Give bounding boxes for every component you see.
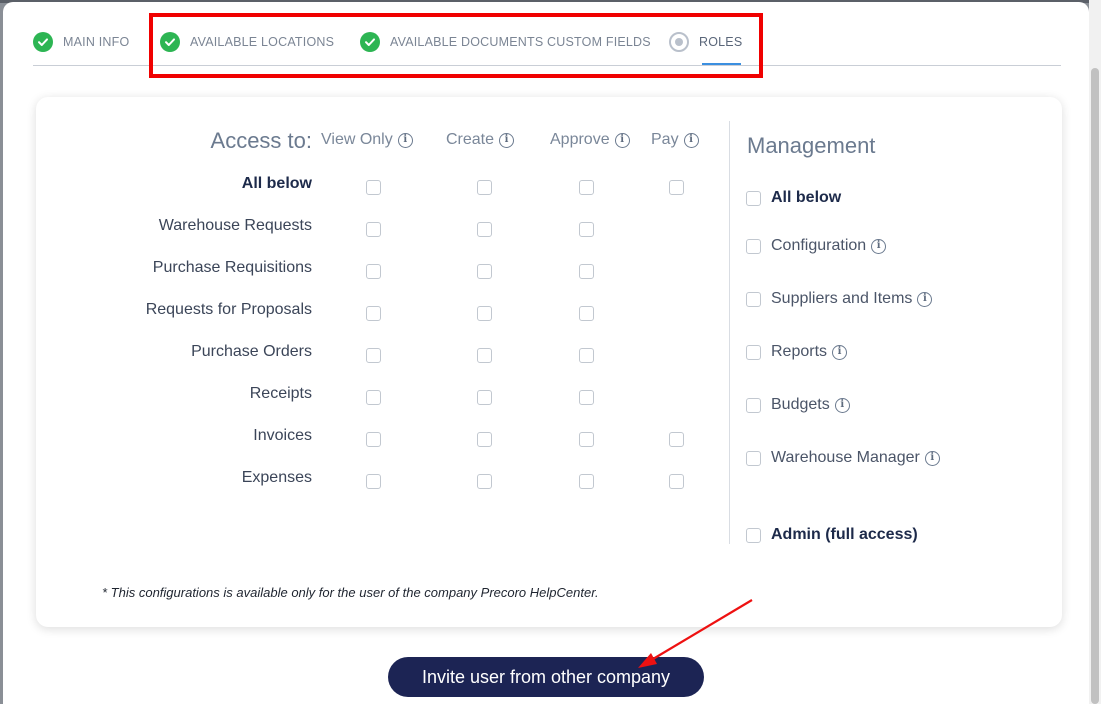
checkbox-expenses-view-only[interactable] <box>366 474 381 489</box>
management-item-budgets[interactable]: Budgets i <box>746 396 850 414</box>
management-item-suppliers-and-items[interactable]: Suppliers and Items i <box>746 290 933 308</box>
management-item-warehouse-manager[interactable]: Warehouse Manager i <box>746 449 940 467</box>
management-item-admin-full-access[interactable]: Admin (full access) <box>746 526 918 544</box>
scrollbar[interactable] <box>1089 0 1101 704</box>
checkbox[interactable] <box>746 450 761 466</box>
checkbox-rfp-create[interactable] <box>477 306 492 321</box>
checkbox-warehouse-requests-view-only[interactable] <box>366 222 381 237</box>
invite-user-modal: MAIN INFO AVAILABLE LOCATIONS AVAILABLE … <box>3 2 1089 704</box>
management-title: Management <box>747 133 876 158</box>
checkbox-warehouse-requests-approve[interactable] <box>579 222 594 237</box>
checkbox-warehouse-requests-create[interactable] <box>477 222 492 237</box>
scrollbar-thumb[interactable] <box>1091 68 1099 704</box>
row-label-requests-for-proposals: Requests for Proposals <box>145 301 312 318</box>
checkbox[interactable] <box>746 397 761 413</box>
row-label-invoices: Invoices <box>253 427 312 444</box>
checkbox-rfp-view-only[interactable] <box>366 306 381 321</box>
checkbox-rfp-approve[interactable] <box>579 306 594 321</box>
info-icon[interactable]: i <box>917 291 933 307</box>
info-icon[interactable]: i <box>832 344 848 360</box>
checkbox-purchase-requisitions-approve[interactable] <box>579 264 594 279</box>
info-icon[interactable]: i <box>683 132 699 148</box>
column-label: Approve <box>550 131 610 148</box>
checkbox-all-below-pay[interactable] <box>669 180 684 195</box>
check-circle-icon <box>33 32 53 52</box>
management-label: Reports <box>771 343 828 360</box>
highlight-box <box>149 13 763 78</box>
info-icon[interactable]: i <box>397 132 413 148</box>
column-label: View Only <box>321 131 393 148</box>
checkbox[interactable] <box>746 344 761 360</box>
checkbox-purchase-orders-approve[interactable] <box>579 348 594 363</box>
info-icon[interactable]: i <box>924 450 940 466</box>
management-item-all-below[interactable]: All below <box>746 189 841 207</box>
column-label: Pay <box>651 131 679 148</box>
availability-note: * This configurations is available only … <box>102 585 599 600</box>
info-icon[interactable]: i <box>614 132 630 148</box>
checkbox-purchase-orders-view-only[interactable] <box>366 348 381 363</box>
row-label-warehouse-requests: Warehouse Requests <box>158 217 312 234</box>
management-label: Budgets <box>771 396 830 413</box>
info-icon[interactable]: i <box>834 397 850 413</box>
checkbox-invoices-view-only[interactable] <box>366 432 381 447</box>
management-item-reports[interactable]: Reports i <box>746 343 848 361</box>
row-label-all-below: All below <box>241 175 312 192</box>
column-header-create: Create i <box>446 131 515 149</box>
checkbox-invoices-approve[interactable] <box>579 432 594 447</box>
management-label: Admin (full access) <box>771 526 918 543</box>
tab-label: MAIN INFO <box>63 35 130 49</box>
row-label-purchase-requisitions: Purchase Requisitions <box>152 259 312 276</box>
roles-card: Access to: View Only i Create i Approve … <box>36 97 1062 627</box>
checkbox[interactable] <box>746 527 761 543</box>
management-label: Warehouse Manager <box>771 449 920 466</box>
info-icon[interactable]: i <box>499 132 515 148</box>
checkbox-receipts-view-only[interactable] <box>366 390 381 405</box>
checkbox-all-below-view-only[interactable] <box>366 180 381 195</box>
checkbox-expenses-create[interactable] <box>477 474 492 489</box>
checkbox-expenses-pay[interactable] <box>669 474 684 489</box>
access-title: Access to: <box>210 128 312 153</box>
checkbox-purchase-requisitions-create[interactable] <box>477 264 492 279</box>
row-label-receipts: Receipts <box>249 385 312 402</box>
management-label: All below <box>771 189 842 206</box>
checkbox-all-below-create[interactable] <box>477 180 492 195</box>
checkbox[interactable] <box>746 238 761 254</box>
invite-user-button[interactable]: Invite user from other company <box>388 657 704 697</box>
tab-main-info[interactable]: MAIN INFO <box>33 32 129 52</box>
checkbox[interactable] <box>746 190 761 206</box>
row-label-expenses: Expenses <box>241 469 312 486</box>
column-header-pay: Pay i <box>651 131 699 149</box>
management-item-configuration[interactable]: Configuration i <box>746 237 887 255</box>
checkbox-expenses-approve[interactable] <box>579 474 594 489</box>
management-label: Configuration <box>771 237 867 254</box>
checkbox-receipts-approve[interactable] <box>579 390 594 405</box>
checkbox[interactable] <box>746 291 761 307</box>
column-label: Create <box>446 131 495 148</box>
management-label: Suppliers and Items <box>771 290 913 307</box>
info-icon[interactable]: i <box>871 238 887 254</box>
column-header-view-only: View Only i <box>321 131 413 149</box>
checkbox-invoices-pay[interactable] <box>669 432 684 447</box>
checkbox-receipts-create[interactable] <box>477 390 492 405</box>
section-divider <box>729 121 730 544</box>
column-header-approve: Approve i <box>550 131 630 149</box>
checkbox-purchase-orders-create[interactable] <box>477 348 492 363</box>
checkbox-purchase-requisitions-view-only[interactable] <box>366 264 381 279</box>
checkbox-invoices-create[interactable] <box>477 432 492 447</box>
row-label-purchase-orders: Purchase Orders <box>191 343 312 360</box>
checkbox-all-below-approve[interactable] <box>579 180 594 195</box>
